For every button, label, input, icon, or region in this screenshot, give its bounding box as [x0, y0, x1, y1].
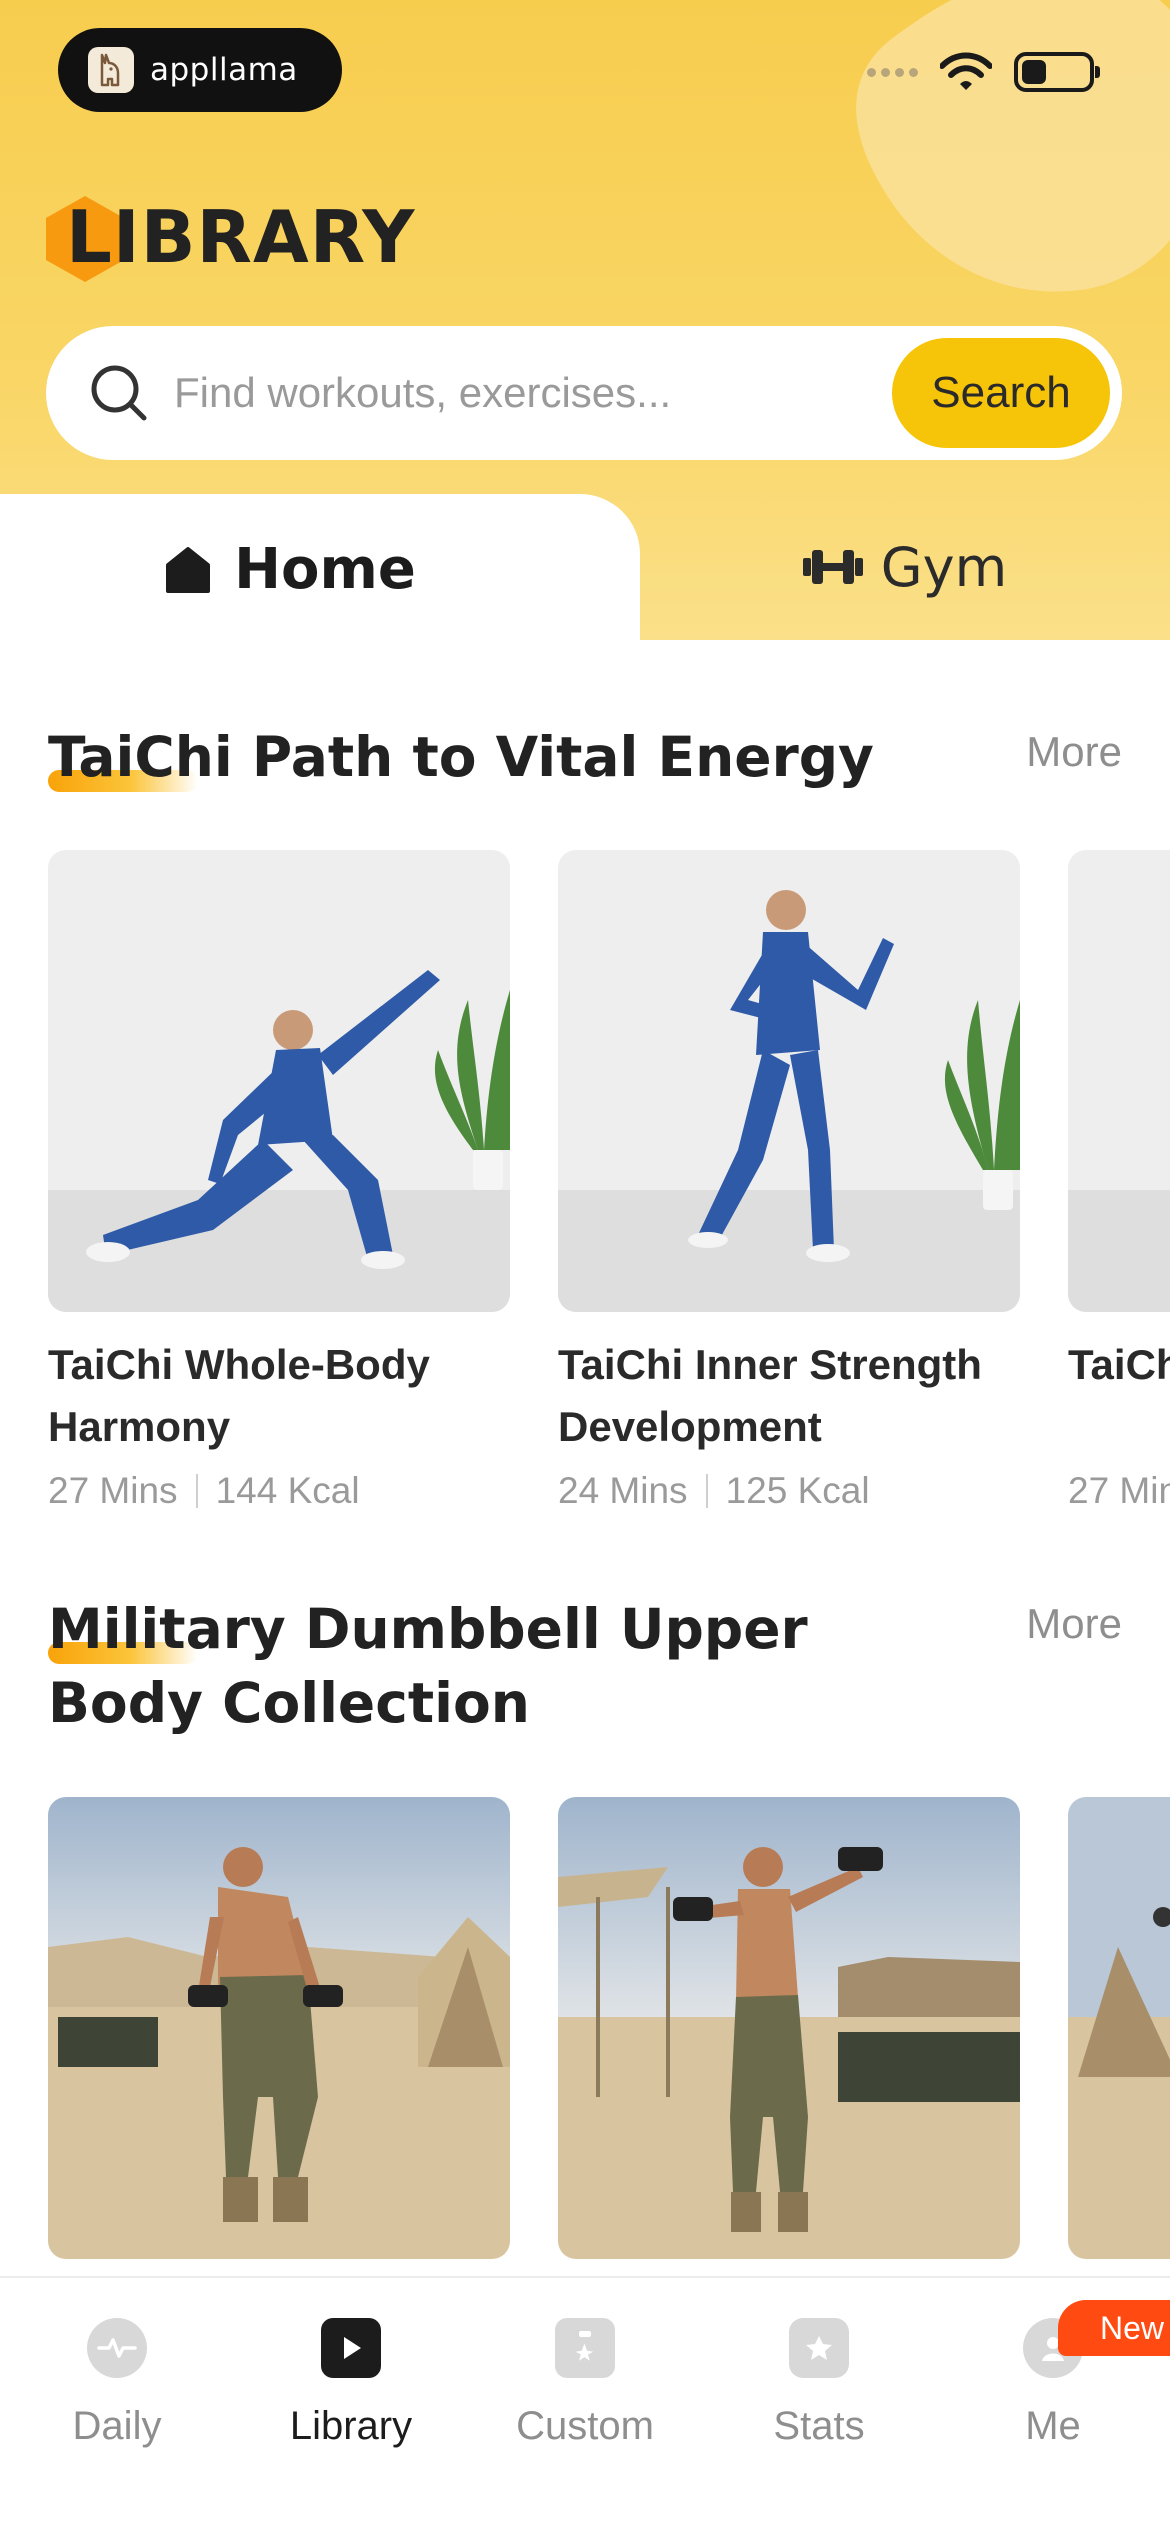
workout-card[interactable] [1068, 1797, 1170, 2259]
nav-custom[interactable]: Custom [468, 2318, 702, 2449]
search-bar[interactable]: Search [46, 326, 1122, 460]
status-indicators [867, 52, 1100, 92]
section-header-taichi: TaiChi Path to Vital Energy More [48, 720, 1122, 794]
pulse-icon [87, 2318, 147, 2378]
workout-card[interactable]: TaiChi 27 Mins [1068, 850, 1170, 1512]
star-badge-icon [789, 2318, 849, 2378]
nav-library[interactable]: Library [234, 2318, 468, 2449]
play-icon [321, 2318, 381, 2378]
workout-card[interactable] [48, 1797, 510, 2259]
nav-daily-label: Daily [72, 2404, 162, 2448]
more-link[interactable]: More [1026, 1600, 1122, 1648]
workout-card[interactable]: TaiChi Inner Strength Development 24 Min… [558, 850, 1020, 1512]
workout-duration: 27 Mins [48, 1470, 178, 1511]
nav-stats[interactable]: Stats [702, 2318, 936, 2449]
nav-custom-label: Custom [516, 2404, 654, 2448]
home-icon [166, 547, 211, 593]
bottom-navigation: Daily Library Custom Stats Me New [0, 2276, 1170, 2532]
app-pill[interactable]: appllama [58, 28, 342, 112]
card-row-taichi: TaiChi Whole-Body Harmony 27 Mins 144 Kc… [48, 850, 1170, 1550]
meta-divider [705, 1474, 708, 1508]
workout-thumbnail [1068, 850, 1170, 1312]
page-title-wrap: LIBRARY [46, 192, 414, 282]
tab-home[interactable]: Home [0, 494, 640, 644]
workout-thumbnail [48, 850, 510, 1312]
meta-divider [195, 1474, 198, 1508]
workout-thumbnail [558, 850, 1020, 1312]
search-input[interactable] [174, 369, 854, 417]
new-badge: New [1058, 2300, 1170, 2356]
workout-thumbnail [48, 1797, 510, 2259]
workout-thumbnail [558, 1797, 1020, 2259]
workout-card[interactable]: TaiChi Whole-Body Harmony 27 Mins 144 Kc… [48, 850, 510, 1512]
workout-duration: 24 Mins [558, 1470, 688, 1511]
workout-duration: 27 Mins [1068, 1470, 1170, 1511]
battery-icon [1014, 52, 1100, 92]
workout-calories: 125 Kcal [725, 1470, 870, 1511]
wifi-icon [940, 52, 992, 90]
tab-gym[interactable]: Gym [640, 494, 1170, 640]
workout-meta: 27 Mins [1068, 1470, 1170, 1512]
search-button[interactable]: Search [892, 338, 1110, 448]
nav-daily[interactable]: Daily [0, 2318, 234, 2449]
card-row-military [48, 1797, 1170, 2277]
workout-card[interactable] [558, 1797, 1020, 2259]
nav-me-label: Me [1025, 2404, 1081, 2448]
tab-home-label: Home [234, 536, 416, 602]
tab-gym-label: Gym [880, 535, 1008, 599]
workout-calories: 144 Kcal [215, 1470, 360, 1511]
workout-title: TaiChi [1068, 1341, 1170, 1388]
cellular-signal-icon [867, 67, 918, 77]
clipboard-icon [555, 2318, 615, 2378]
search-icon [91, 365, 147, 421]
page-title: LIBRARY [66, 195, 416, 279]
workout-thumbnail [1068, 1797, 1170, 2259]
tab-bar: Gym Home [0, 494, 1170, 644]
workout-title: TaiChi Whole-Body Harmony [48, 1341, 430, 1450]
decorative-blob [856, 0, 1170, 292]
llama-logo-icon [88, 47, 134, 93]
nav-library-label: Library [289, 2404, 413, 2448]
workout-meta: 27 Mins 144 Kcal [48, 1470, 510, 1512]
more-link[interactable]: More [1026, 728, 1122, 776]
dumbbell-icon [802, 550, 863, 584]
section-title: Military Dumbbell Upper Body Collection [48, 1597, 808, 1735]
section-title: TaiChi Path to Vital Energy [48, 725, 874, 789]
workout-title: TaiChi Inner Strength Development [558, 1341, 982, 1450]
workout-meta: 24 Mins 125 Kcal [558, 1470, 1020, 1512]
app-name: appllama [150, 52, 298, 88]
section-header-military: Military Dumbbell Upper Body Collection … [48, 1592, 1122, 1740]
nav-stats-label: Stats [773, 2404, 865, 2448]
